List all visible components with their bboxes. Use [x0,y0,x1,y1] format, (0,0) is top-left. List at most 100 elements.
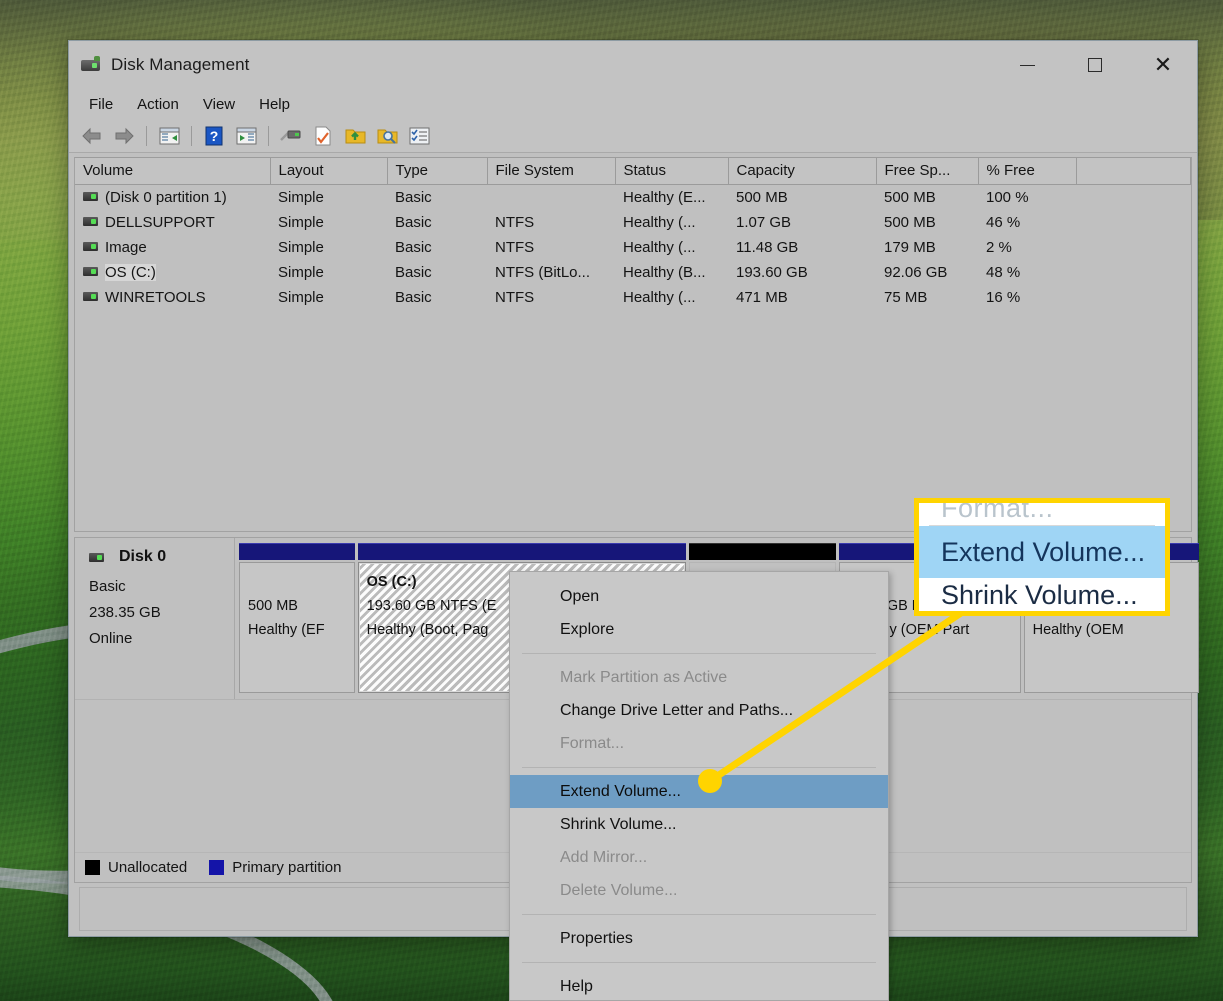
column-header-free-space[interactable]: Free Sp... [876,158,979,185]
toolbar-separator [268,125,269,146]
back-arrow-icon[interactable] [77,122,107,150]
menu-bar: File Action View Help [69,89,1197,119]
context-menu-separator [522,962,876,963]
context-menu-item-shrink-volume[interactable]: Shrink Volume... [510,808,888,841]
capacity-cell: 193.60 GB [736,263,808,281]
disk-size: 238.35 GB [89,604,161,621]
maximize-icon [1088,58,1102,72]
rescan-disks-icon[interactable] [276,122,306,150]
disk-type: Basic [89,578,126,595]
title-bar: Disk Management ✕ [69,41,1197,89]
legend-swatch-primary [209,860,225,875]
status-cell: Healthy (B... [623,263,706,281]
status-cell: Healthy (E... [623,188,706,206]
properties-icon[interactable] [308,122,338,150]
partition-status-line: Healthy (EF [248,622,325,638]
free-space-cell: 75 MB [884,288,928,306]
status-cell: Healthy (... [623,213,696,231]
capacity-cell: 1.07 GB [736,213,792,231]
context-menu-item-open[interactable]: Open [510,580,888,613]
partition-block[interactable]: 500 MB Healthy (EF [239,543,355,693]
column-header-file-system[interactable]: File System [487,158,616,185]
partition-capacity-bar [239,543,355,560]
show-hide-action-pane-icon[interactable] [231,122,261,150]
context-menu-item-properties[interactable]: Properties [510,922,888,955]
context-menu-separator [522,653,876,654]
toolbar-separator [146,125,147,146]
percent-free-cell: 48 % [986,263,1021,281]
volume-table: Volume Layout Type File System Status Ca… [75,158,1191,310]
context-menu-item-delete-volume: Delete Volume... [560,881,678,899]
layout-cell: Simple [278,238,324,256]
layout-cell: Simple [278,188,324,206]
context-menu-item-format: Format... [560,734,625,752]
minimize-button[interactable] [993,41,1061,89]
partition-capacity-bar [688,543,836,560]
close-button[interactable]: ✕ [1129,41,1197,89]
status-cell: Healthy (... [623,238,696,256]
disk-drive-icon [89,552,104,562]
volume-name: (Disk 0 partition 1) [105,188,227,206]
legend-swatch-unallocated [85,860,100,875]
desktop-wallpaper: Disk Management ✕ File Action View Help [0,0,1223,1001]
menu-view[interactable]: View [193,92,245,117]
capacity-cell: 471 MB [736,288,788,306]
file-system-cell: NTFS [495,238,535,256]
forward-arrow-icon[interactable] [109,122,139,150]
context-menu-item-explore[interactable]: Explore [510,613,888,646]
context-menu-separator [522,767,876,768]
export-list-icon[interactable] [340,122,370,150]
help-icon[interactable]: ? [199,122,229,150]
volume-table-body: (Disk 0 partition 1) Simple Basic Healthy (… [75,185,1191,310]
table-row[interactable]: DELLSUPPORT Simple Basic NTFS Healthy (... 1.… [75,210,1191,235]
disk-info-panel[interactable]: Disk 0 Basic 238.35 GB Online [75,538,235,699]
callout-ghost-label: Format... [941,498,1054,523]
volume-name: OS (C:) [105,263,156,281]
capacity-cell: 11.48 GB [736,238,799,256]
context-menu-item-change-drive-letter-and-paths[interactable]: Change Drive Letter and Paths... [510,694,888,727]
column-header-layout[interactable]: Layout [270,158,388,185]
context-menu-item-mark-partition-as-active: Mark Partition as Active [560,668,728,686]
column-header-volume[interactable]: Volume [75,158,271,185]
menu-action[interactable]: Action [127,92,189,117]
column-header-capacity[interactable]: Capacity [728,158,877,185]
table-row[interactable]: Image Simple Basic NTFS Healthy (... 11.48 GB… [75,235,1191,260]
context-menu-item-help[interactable]: Help [510,970,888,1001]
task-list-icon[interactable] [404,122,434,150]
context-menu-separator [522,914,876,915]
volume-drive-icon [83,216,98,226]
partition-status-line: Healthy (OEM [1032,622,1124,638]
find-icon[interactable] [372,122,402,150]
show-hide-console-tree-icon[interactable] [154,122,184,150]
table-row[interactable]: WINRETOOLS Simple Basic NTFS Healthy (... 471… [75,285,1191,310]
volume-cell: WINRETOOLS [75,285,270,310]
volume-drive-icon [83,191,98,201]
column-header-type[interactable]: Type [387,158,488,185]
table-row[interactable]: OS (C:) Simple Basic NTFS (BitLo... Healthy … [75,260,1191,285]
free-space-cell: 500 MB [884,188,936,206]
close-icon: ✕ [1153,52,1173,77]
disk-name: Disk 0 [119,548,167,565]
partition-name [248,570,346,594]
column-header-spacer[interactable] [1076,158,1191,185]
menu-help[interactable]: Help [249,92,300,117]
layout-cell: Simple [278,213,324,231]
spacer-cell [1076,210,1191,235]
capacity-cell: 500 MB [736,188,788,206]
callout-shrink-volume-item[interactable]: Shrink Volume... [919,578,1165,611]
context-menu-item-extend-volume[interactable]: Extend Volume... [510,775,888,808]
spacer-cell [1076,285,1191,310]
column-header-percent-free[interactable]: % Free [978,158,1077,185]
maximize-button[interactable] [1061,41,1129,89]
table-row[interactable]: (Disk 0 partition 1) Simple Basic Healthy (… [75,185,1191,210]
menu-file[interactable]: File [79,92,123,117]
disk-state: Online [89,630,133,647]
column-header-status[interactable]: Status [615,158,729,185]
volume-name: DELLSUPPORT [105,213,215,231]
disk-management-icon [81,55,101,75]
partition-capacity-bar [357,543,686,560]
free-space-cell: 179 MB [884,238,936,256]
callout-extend-volume-item[interactable]: Extend Volume... [919,526,1165,578]
callout-ghost-row: Format... [919,503,1165,525]
status-cell: Healthy (... [623,288,696,306]
